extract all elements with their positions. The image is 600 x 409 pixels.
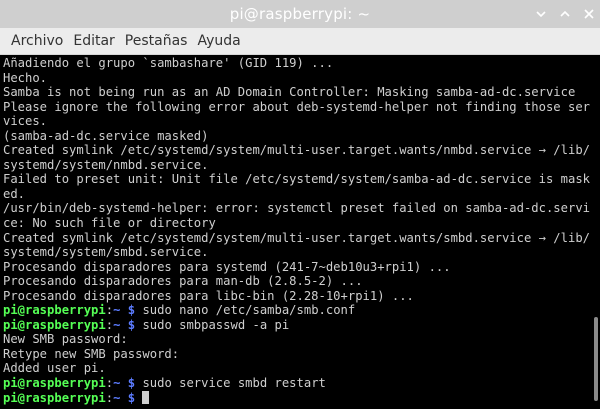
window-controls	[534, 0, 596, 28]
prompt-command: sudo service smbd restart	[142, 376, 326, 391]
prompt-symbol: $	[120, 376, 143, 391]
prompt-user-host: pi@raspberrypi	[3, 390, 106, 405]
terminal-cursor	[142, 390, 150, 404]
window-title: pi@raspberrypi: ~	[229, 5, 371, 23]
prompt-symbol: $	[120, 390, 143, 405]
menu-editar[interactable]: Editar	[68, 30, 119, 52]
terminal-output-line: Added user pi.	[3, 361, 106, 376]
terminal-output-line: Samba is not being run as an AD Domain C…	[3, 85, 576, 100]
prompt-user-host: pi@raspberrypi	[3, 303, 106, 318]
menu-archivo[interactable]: Archivo	[6, 30, 68, 52]
terminal-output-line: Retype new SMB password:	[3, 346, 180, 361]
prompt-user-host: pi@raspberrypi	[3, 376, 106, 391]
scrollbar-thumb[interactable]	[594, 317, 598, 401]
terminal-output[interactable]: Añadiendo el grupo `sambashare' (GID 119…	[0, 55, 590, 409]
terminal-prompt-line: pi@raspberrypi:~ $ sudo service smbd res…	[3, 376, 326, 391]
menu-bar: Archivo Editar Pestañas Ayuda	[0, 28, 600, 55]
terminal-output-line: systemd/system/nmbd.service.	[3, 157, 209, 172]
terminal-output-line: (samba-ad-dc.service masked)	[3, 128, 209, 143]
prompt-user-host: pi@raspberrypi	[3, 317, 106, 332]
prompt-command: sudo nano /etc/samba/smb.conf	[142, 303, 356, 318]
terminal-window: pi@raspberrypi: ~ Archivo Editar Pestaña…	[0, 0, 600, 409]
prompt-symbol: $	[120, 303, 143, 318]
terminal-output-line: ce: No such file or directory	[3, 216, 216, 231]
terminal-output-line: Procesando disparadores para libc-bin (2…	[3, 288, 414, 303]
terminal-output-line: Failed to preset unit: Unit file /etc/sy…	[3, 172, 590, 187]
terminal-output-line: New SMB password:	[3, 332, 128, 347]
terminal-prompt-line: pi@raspberrypi:~ $	[3, 390, 590, 406]
terminal-output-line: Created symlink /etc/systemd/system/mult…	[3, 230, 590, 245]
minimize-icon[interactable]	[534, 7, 548, 21]
title-bar[interactable]: pi@raspberrypi: ~	[0, 0, 600, 28]
menu-ayuda[interactable]: Ayuda	[192, 30, 245, 52]
terminal-output-line: Created symlink /etc/systemd/system/mult…	[3, 143, 590, 158]
terminal-output-line: /usr/bin/deb-systemd-helper: error: syst…	[3, 201, 590, 216]
maximize-icon[interactable]	[558, 7, 572, 21]
terminal-output-line: systemd/system/smbd.service.	[3, 245, 209, 260]
terminal-scrollbar[interactable]	[590, 55, 600, 409]
close-icon[interactable]	[582, 7, 596, 21]
terminal-output-line: Procesando disparadores para systemd (24…	[3, 259, 451, 274]
terminal-output-line: ed.	[3, 186, 26, 201]
terminal-output-line: Please ignore the following error about …	[3, 99, 590, 114]
terminal-prompt-line: pi@raspberrypi:~ $ sudo nano /etc/samba/…	[3, 303, 356, 318]
terminal-output-line: vices.	[3, 114, 48, 129]
terminal-prompt-line: pi@raspberrypi:~ $ sudo smbpasswd -a pi	[3, 317, 290, 332]
prompt-command: sudo smbpasswd -a pi	[142, 317, 290, 332]
terminal-output-line: Añadiendo el grupo `sambashare' (GID 119…	[3, 56, 334, 70]
menu-pestanas[interactable]: Pestañas	[120, 30, 193, 52]
terminal-output-line: Procesando disparadores para man-db (2.8…	[3, 274, 363, 289]
prompt-symbol: $	[120, 317, 143, 332]
terminal-output-line: Hecho.	[3, 70, 48, 85]
